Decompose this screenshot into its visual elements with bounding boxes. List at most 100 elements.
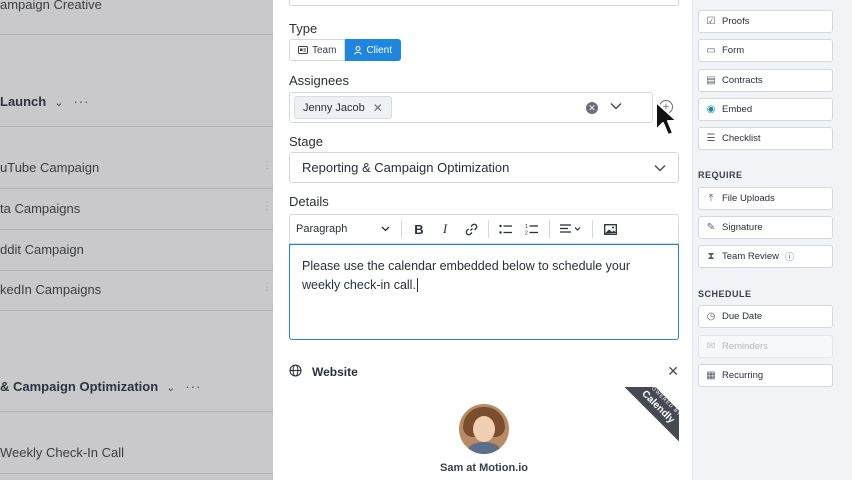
form-icon: ▭ <box>706 45 716 56</box>
title-input[interactable] <box>289 0 679 6</box>
toolbar-divider <box>401 220 402 238</box>
stage-value: Reporting & Campaign Optimization <box>302 160 510 175</box>
task-row[interactable]: ta Campaigns ⋮⋮ <box>0 201 273 216</box>
drag-handle-icon[interactable]: ⋮⋮ <box>262 160 273 171</box>
palette-item-label: Form <box>722 45 745 56</box>
link-button[interactable] <box>459 218 483 240</box>
calendly-brand: Calendly <box>639 388 677 426</box>
task-row[interactable]: uTube Campaign ⋮⋮ <box>0 160 273 175</box>
task-row[interactable]: ddit Campaign <box>0 242 273 257</box>
palette-item-file-uploads[interactable]: ⤒ File Uploads <box>698 187 833 210</box>
assignee-name: Jenny Jacob <box>303 101 365 114</box>
align-dropdown[interactable] <box>555 218 587 240</box>
section-header[interactable]: Launch ⌄ ··· <box>0 94 273 109</box>
drag-handle-icon[interactable]: ⋮⋮ <box>262 282 273 293</box>
paragraph-style-label: Paragraph <box>296 223 348 235</box>
avatar <box>459 404 509 454</box>
palette-item-checklist[interactable]: ☰ Checklist <box>698 127 833 150</box>
task-title: ta Campaigns <box>0 201 81 216</box>
type-option-label: Client <box>366 44 393 56</box>
divider <box>0 126 273 127</box>
editor-toolbar: Paragraph B I 12 <box>289 214 679 244</box>
section-header[interactable]: & Campaign Optimization ⌄ ··· <box>0 379 273 394</box>
chevron-down-icon <box>654 161 666 175</box>
palette-item-label: Reminders <box>722 341 768 352</box>
details-textarea[interactable]: Please use the calendar embedded below t… <box>289 244 679 340</box>
type-option-team[interactable]: Team <box>289 39 346 61</box>
upload-icon: ⤒ <box>708 193 714 204</box>
type-toggle[interactable]: Team Client <box>289 39 402 61</box>
more-options-icon[interactable]: ··· <box>185 379 201 394</box>
close-icon[interactable]: ✕ <box>667 363 679 380</box>
palette-item-due-date[interactable]: ◷ Due Date <box>698 305 833 328</box>
proofs-icon: ☑ <box>706 16 716 27</box>
chevron-down-icon <box>381 226 390 232</box>
toolbar-divider <box>549 220 550 238</box>
divider <box>0 473 273 474</box>
remove-assignee-icon[interactable]: ✕ <box>373 101 383 115</box>
reminders-icon: ✉ <box>706 341 716 352</box>
chevron-down-icon[interactable]: ⌄ <box>54 97 63 109</box>
clock-icon: ◷ <box>706 311 716 322</box>
divider <box>0 270 273 271</box>
palette-item-recurring[interactable]: ▦ Recurring <box>698 364 833 387</box>
chevron-down-icon[interactable]: ⌄ <box>166 382 175 394</box>
palette-heading-require: REQUIRE <box>698 170 743 180</box>
drag-handle-icon[interactable]: ⋮⋮ <box>262 201 273 212</box>
details-label: Details <box>289 194 329 209</box>
palette-item-team-review[interactable]: ⧗ Team Review ⓘ <box>698 245 833 268</box>
bulleted-list-button[interactable] <box>494 218 518 240</box>
palette-item-label: Due Date <box>722 311 763 322</box>
palette-item-label: Checklist <box>722 133 761 144</box>
mouse-pointer-icon <box>655 101 678 136</box>
task-row[interactable]: Weekly Check-In Call <box>0 445 273 460</box>
stage-select[interactable]: Reporting & Campaign Optimization <box>289 152 679 183</box>
details-text: Please use the calendar embedded below t… <box>302 259 630 292</box>
team-card-icon <box>298 46 308 54</box>
divider <box>0 411 273 412</box>
task-editor-form: Type Team Client Assignees Jenny Jacob ✕… <box>273 0 692 480</box>
project-task-list: ampaign Creative Launch ⌄ ··· uTube Campai… <box>0 0 273 480</box>
paragraph-style-select[interactable]: Paragraph <box>296 223 396 235</box>
type-label: Type <box>289 21 318 36</box>
contracts-icon: ▤ <box>706 75 716 86</box>
chevron-down-icon[interactable] <box>610 99 622 113</box>
divider <box>0 229 273 230</box>
more-options-icon[interactable]: ··· <box>73 94 89 109</box>
type-option-client[interactable]: Client <box>345 39 402 61</box>
toolbar-divider <box>592 220 593 238</box>
powered-by-calendly-badge[interactable]: POWERED BY Calendly <box>608 387 679 457</box>
palette-heading-schedule: SCHEDULE <box>698 289 752 299</box>
website-block-header: Website ✕ <box>289 362 679 382</box>
palette-item-label: Contracts <box>722 75 763 86</box>
palette-item-proofs[interactable]: ☑ Proofs <box>698 10 833 33</box>
image-icon <box>603 223 617 235</box>
assignees-select[interactable]: Jenny Jacob ✕ ✕ <box>289 92 653 123</box>
block-palette: ☑ Proofs ▭ Form ▤ Contracts ◉ Embed ☰ Ch… <box>692 0 852 480</box>
assignee-chip: Jenny Jacob ✕ <box>294 96 392 119</box>
calendly-embed[interactable]: Sam at Motion.io POWERED BY Calendly <box>289 387 679 480</box>
numbered-list-button[interactable]: 12 <box>520 218 544 240</box>
type-option-label: Team <box>312 44 337 56</box>
svg-text:1: 1 <box>525 224 528 230</box>
divider <box>0 34 273 35</box>
divider <box>0 188 273 189</box>
palette-item-embed[interactable]: ◉ Embed <box>698 98 833 121</box>
info-icon[interactable]: ⓘ <box>785 250 794 263</box>
italic-button[interactable]: I <box>433 218 457 240</box>
stage-label: Stage <box>289 134 323 149</box>
palette-item-contracts[interactable]: ▤ Contracts <box>698 69 833 92</box>
svg-text:2: 2 <box>525 231 528 236</box>
task-row[interactable]: ampaign Creative <box>0 0 273 12</box>
bold-button[interactable]: B <box>407 218 431 240</box>
palette-item-signature[interactable]: ✎ Signature <box>698 216 833 239</box>
palette-item-form[interactable]: ▭ Form <box>698 39 833 62</box>
toolbar-divider <box>488 220 489 238</box>
numbered-list-icon: 12 <box>525 224 538 236</box>
palette-item-label: Recurring <box>722 370 764 381</box>
insert-image-button[interactable] <box>598 218 622 240</box>
bulleted-list-icon <box>499 224 512 234</box>
clear-all-icon[interactable]: ✕ <box>586 102 598 114</box>
palette-item-label: Embed <box>722 104 753 115</box>
task-row[interactable]: kedIn Campaigns ⋮⋮ <box>0 282 273 297</box>
